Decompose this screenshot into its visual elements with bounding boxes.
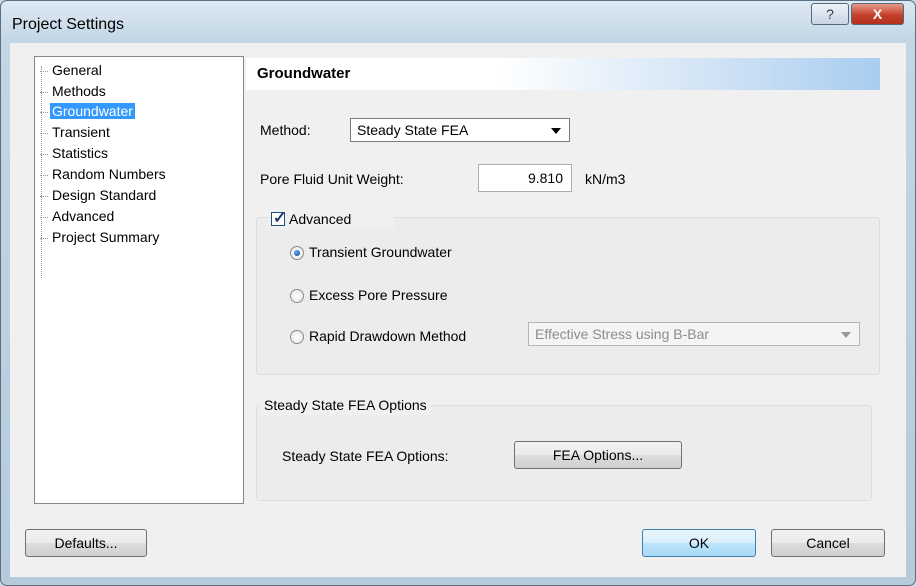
- unit-weight-unit: kN/m3: [585, 171, 626, 187]
- fea-group-caption: Steady State FEA Options: [260, 397, 431, 415]
- drawdown-method-select[interactable]: Effective Stress using B-Bar: [528, 322, 860, 346]
- tree-item-random-numbers[interactable]: Random Numbers: [40, 166, 168, 183]
- fea-options-label: Steady State FEA Options:: [282, 448, 449, 464]
- tree-item-transient[interactable]: Transient: [40, 124, 112, 141]
- tree-item-statistics[interactable]: Statistics: [40, 145, 110, 162]
- radio-rapid-drawdown[interactable]: [290, 330, 304, 344]
- tree-item-methods[interactable]: Methods: [40, 83, 108, 100]
- help-button[interactable]: ?: [811, 3, 849, 25]
- close-button[interactable]: X: [851, 3, 904, 25]
- title-bar[interactable]: Project Settings ? X: [1, 1, 915, 43]
- unit-weight-input[interactable]: 9.810: [478, 164, 572, 192]
- settings-tree[interactable]: General Methods Groundwater Transient St…: [34, 56, 244, 504]
- rapid-drawdown-label[interactable]: Rapid Drawdown Method: [309, 328, 466, 344]
- tree-item-design-standard[interactable]: Design Standard: [40, 187, 158, 204]
- section-header: Groundwater: [246, 58, 880, 90]
- defaults-button[interactable]: Defaults...: [25, 529, 147, 557]
- tree-item-groundwater[interactable]: Groundwater: [40, 102, 136, 120]
- excess-pore-pressure-label[interactable]: Excess Pore Pressure: [309, 287, 448, 303]
- dialog-window: Project Settings ? X General Methods Gro…: [0, 0, 916, 586]
- checkmark-icon: ✓: [273, 210, 287, 227]
- section-title: Groundwater: [257, 65, 351, 82]
- tree-item-advanced[interactable]: Advanced: [40, 208, 116, 225]
- method-value: Steady State FEA: [357, 122, 469, 138]
- chevron-down-icon: [551, 128, 561, 134]
- transient-groundwater-label[interactable]: Transient Groundwater: [309, 244, 452, 260]
- radio-transient-groundwater[interactable]: [290, 246, 304, 260]
- advanced-caption: ✓ Advanced: [268, 209, 394, 229]
- radio-excess-pore-pressure[interactable]: [290, 289, 304, 303]
- advanced-label: Advanced: [289, 211, 352, 227]
- method-select[interactable]: Steady State FEA: [350, 118, 570, 142]
- dialog-client-area: General Methods Groundwater Transient St…: [10, 43, 906, 577]
- advanced-checkbox[interactable]: ✓: [271, 210, 286, 227]
- drawdown-method-value: Effective Stress using B-Bar: [535, 326, 710, 342]
- tree-item-general[interactable]: General: [40, 62, 104, 79]
- fea-options-button[interactable]: FEA Options...: [514, 441, 682, 469]
- chevron-down-icon: [841, 332, 851, 338]
- ok-button[interactable]: OK: [642, 529, 756, 557]
- window-title: Project Settings: [12, 16, 125, 33]
- tree-item-project-summary[interactable]: Project Summary: [40, 229, 161, 246]
- help-icon: ?: [826, 6, 834, 22]
- close-icon: X: [872, 6, 883, 22]
- method-label: Method:: [260, 122, 311, 138]
- cancel-button[interactable]: Cancel: [771, 529, 885, 557]
- unit-weight-label: Pore Fluid Unit Weight:: [260, 171, 404, 187]
